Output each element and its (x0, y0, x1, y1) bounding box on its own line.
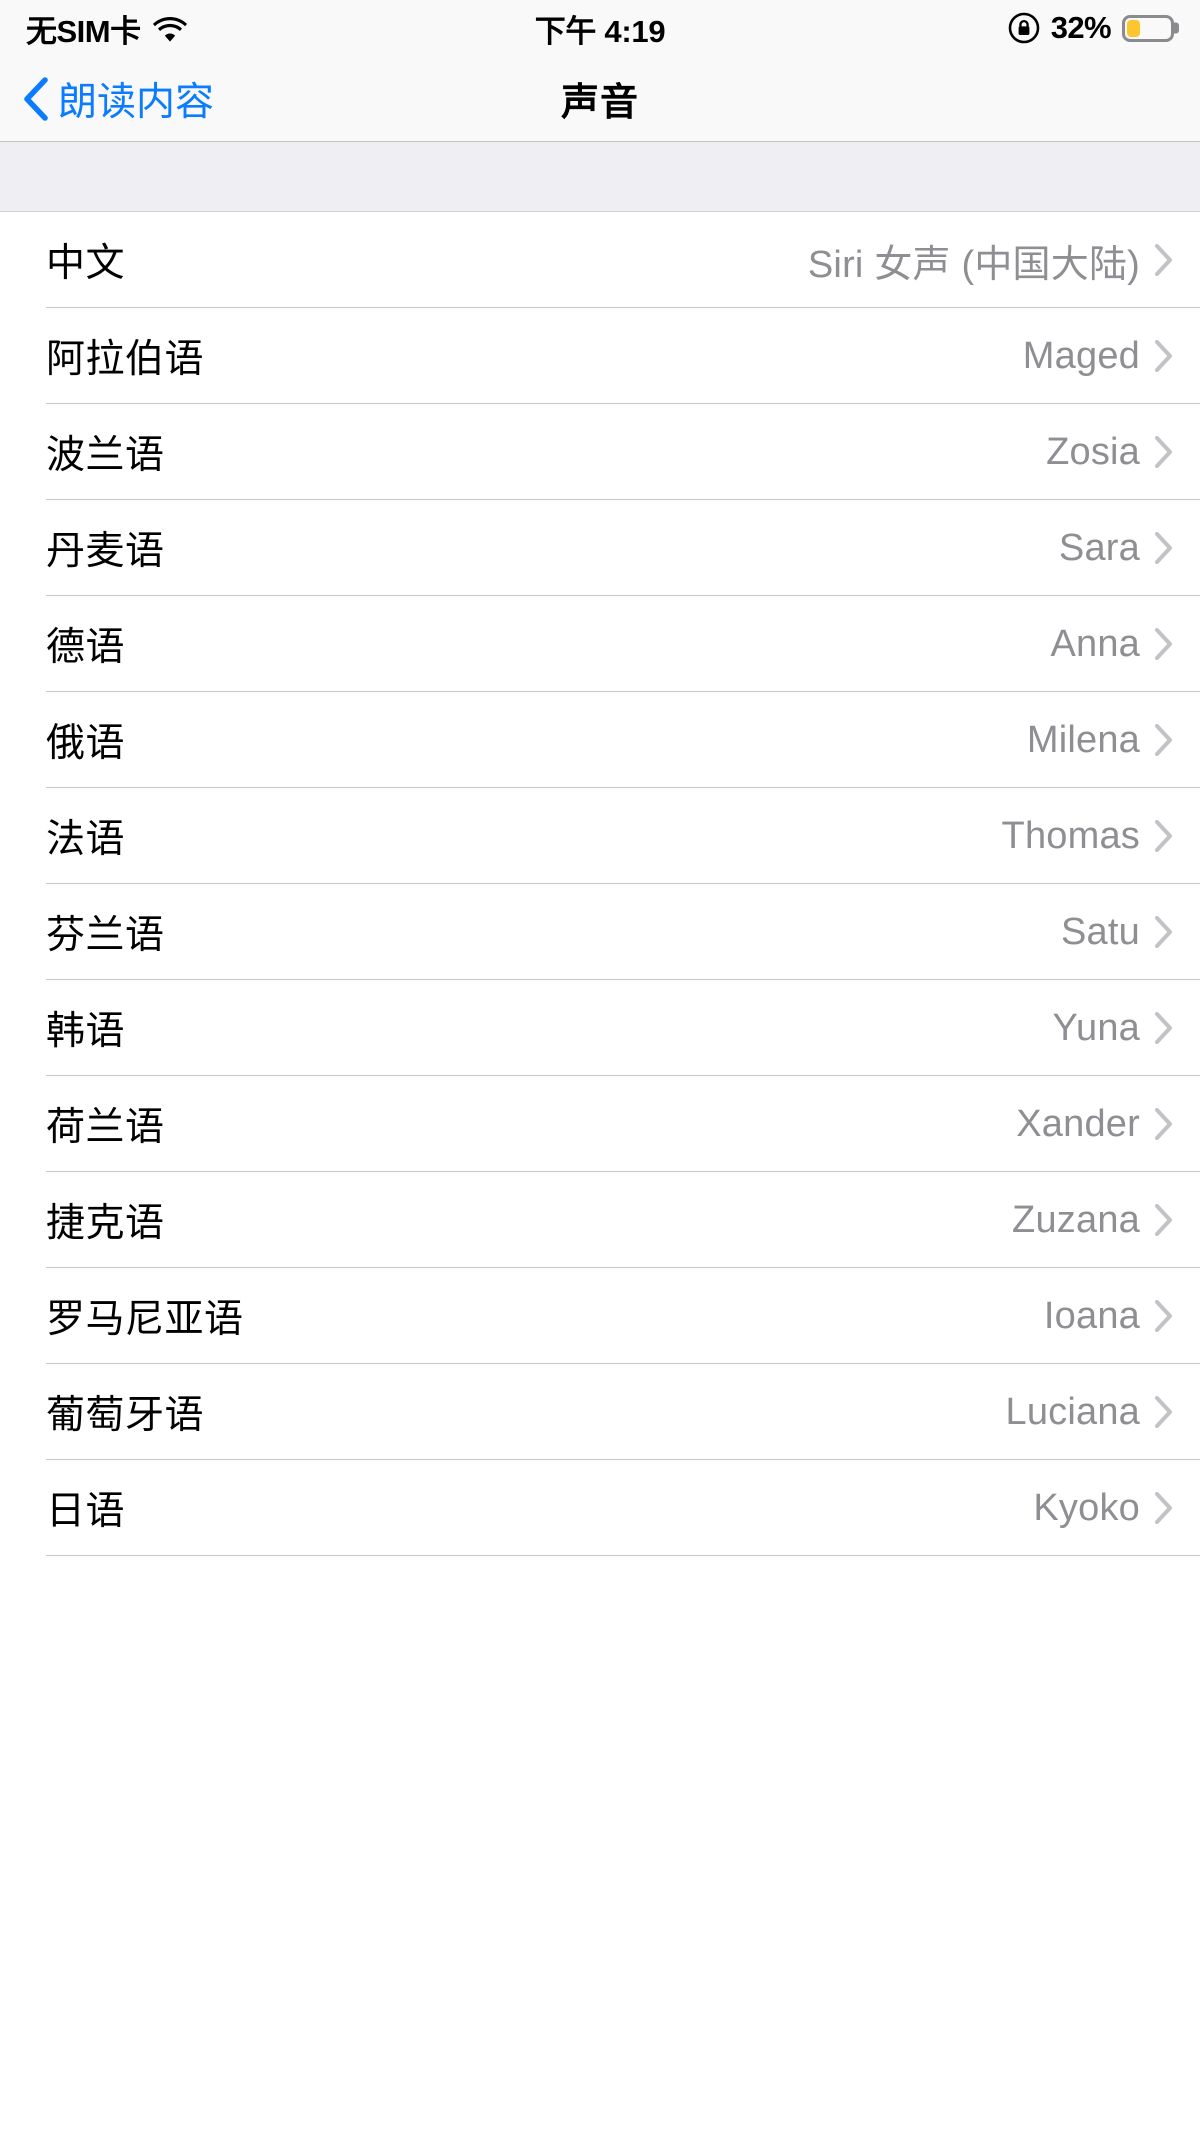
table-row[interactable]: 俄语 Milena (0, 692, 1200, 788)
chevron-right-icon (1154, 1107, 1174, 1141)
table-row[interactable]: 芬兰语 Satu (0, 884, 1200, 980)
row-language-label: 丹麦语 (46, 530, 165, 573)
row-language-label: 韩语 (46, 1010, 126, 1053)
table-row[interactable]: 葡萄牙语 Luciana (0, 1364, 1200, 1460)
table-row[interactable]: 韩语 Yuna (0, 980, 1200, 1076)
row-language-label: 葡萄牙语 (46, 1394, 205, 1437)
row-accessory-group: Yuna (1053, 1007, 1174, 1050)
chevron-right-icon (1154, 1395, 1174, 1429)
row-voice-value: Thomas (1001, 814, 1140, 857)
row-voice-value: Anna (1050, 622, 1140, 665)
row-language-label: 芬兰语 (46, 914, 165, 957)
row-accessory-group: Siri 女声 (中国大陆) (808, 233, 1174, 288)
row-language-label: 日语 (46, 1490, 126, 1533)
back-button[interactable]: 朗读内容 (0, 71, 214, 127)
phone-screen: 无SIM卡 下午 4:19 32% 朗读内容 声音 中文 Siri 女声 (中国… (0, 0, 1200, 2133)
row-language-label: 德语 (46, 626, 126, 669)
row-voice-value: Kyoko (1033, 1486, 1140, 1529)
table-row[interactable]: 阿拉伯语 Maged (0, 308, 1200, 404)
chevron-left-icon (22, 76, 48, 121)
row-accessory-group: Satu (1061, 911, 1174, 954)
chevron-right-icon (1154, 1011, 1174, 1045)
row-language-label: 法语 (46, 818, 126, 861)
row-language-label: 俄语 (46, 722, 126, 765)
table-row[interactable]: 中文 Siri 女声 (中国大陆) (0, 212, 1200, 308)
row-language-label: 捷克语 (46, 1202, 165, 1245)
row-voice-value: Xander (1016, 1102, 1140, 1145)
rotation-lock-icon (1008, 12, 1040, 44)
row-voice-value: Maged (1022, 334, 1140, 377)
status-bar-right: 32% (1008, 10, 1174, 46)
row-accessory-group: Kyoko (1033, 1487, 1174, 1530)
chevron-right-icon (1154, 915, 1174, 949)
row-accessory-group: Anna (1050, 623, 1174, 666)
chevron-right-icon (1154, 627, 1174, 661)
chevron-right-icon (1154, 339, 1174, 373)
row-voice-value: Ioana (1043, 1294, 1140, 1337)
row-voice-value: Siri 女声 (中国大陆) (807, 243, 1140, 286)
row-voice-value: Zuzana (1012, 1198, 1140, 1241)
row-voice-value: Satu (1061, 910, 1140, 953)
chevron-right-icon (1154, 1491, 1174, 1525)
navigation-bar: 朗读内容 声音 (0, 56, 1200, 142)
row-accessory-group: Maged (1023, 335, 1174, 378)
table-row[interactable]: 捷克语 Zuzana (0, 1172, 1200, 1268)
row-language-label: 罗马尼亚语 (46, 1298, 244, 1341)
row-accessory-group: Sara (1059, 527, 1174, 570)
row-language-label: 阿拉伯语 (46, 338, 205, 381)
chevron-right-icon (1154, 1203, 1174, 1237)
status-bar: 无SIM卡 下午 4:19 32% (0, 0, 1200, 56)
back-button-label: 朗读内容 (58, 80, 215, 124)
battery-percent-label: 32% (1050, 10, 1112, 45)
row-accessory-group: Ioana (1044, 1295, 1174, 1338)
chevron-right-icon (1154, 243, 1174, 277)
chevron-right-icon (1154, 1299, 1174, 1333)
row-accessory-group: Zosia (1046, 431, 1174, 474)
row-voice-value: Luciana (1005, 1390, 1140, 1433)
voices-list: 中文 Siri 女声 (中国大陆) 阿拉伯语 Maged 波兰语 Zosia 丹麦语 Sara… (0, 212, 1200, 1556)
table-row[interactable]: 荷兰语 Xander (0, 1076, 1200, 1172)
row-accessory-group: Milena (1027, 719, 1174, 762)
carrier-label: 无SIM卡 (26, 13, 141, 49)
table-row[interactable]: 德语 Anna (0, 596, 1200, 692)
row-accessory-group: Zuzana (1012, 1199, 1174, 1242)
row-accessory-group: Thomas (1002, 815, 1174, 858)
battery-icon (1122, 14, 1174, 42)
battery-fill (1127, 19, 1141, 37)
table-row[interactable]: 波兰语 Zosia (0, 404, 1200, 500)
row-accessory-group: Luciana (1005, 1391, 1174, 1434)
row-language-label: 波兰语 (46, 434, 165, 477)
row-voice-value: Yuna (1052, 1006, 1140, 1049)
chevron-right-icon (1154, 435, 1174, 469)
row-voice-value: Milena (1026, 718, 1140, 761)
row-accessory-group: Xander (1016, 1103, 1174, 1146)
table-row[interactable]: 日语 Kyoko (0, 1460, 1200, 1556)
chevron-right-icon (1154, 723, 1174, 757)
table-row[interactable]: 罗马尼亚语 Ioana (0, 1268, 1200, 1364)
row-language-label: 荷兰语 (46, 1106, 165, 1149)
status-bar-left: 无SIM卡 (26, 6, 187, 51)
row-voice-value: Zosia (1046, 430, 1140, 473)
chevron-right-icon (1154, 531, 1174, 565)
section-header (0, 142, 1200, 212)
row-language-label: 中文 (46, 242, 126, 285)
wifi-icon (152, 14, 187, 42)
table-row[interactable]: 法语 Thomas (0, 788, 1200, 884)
table-row[interactable]: 丹麦语 Sara (0, 500, 1200, 596)
chevron-right-icon (1154, 819, 1174, 853)
row-voice-value: Sara (1058, 526, 1140, 569)
